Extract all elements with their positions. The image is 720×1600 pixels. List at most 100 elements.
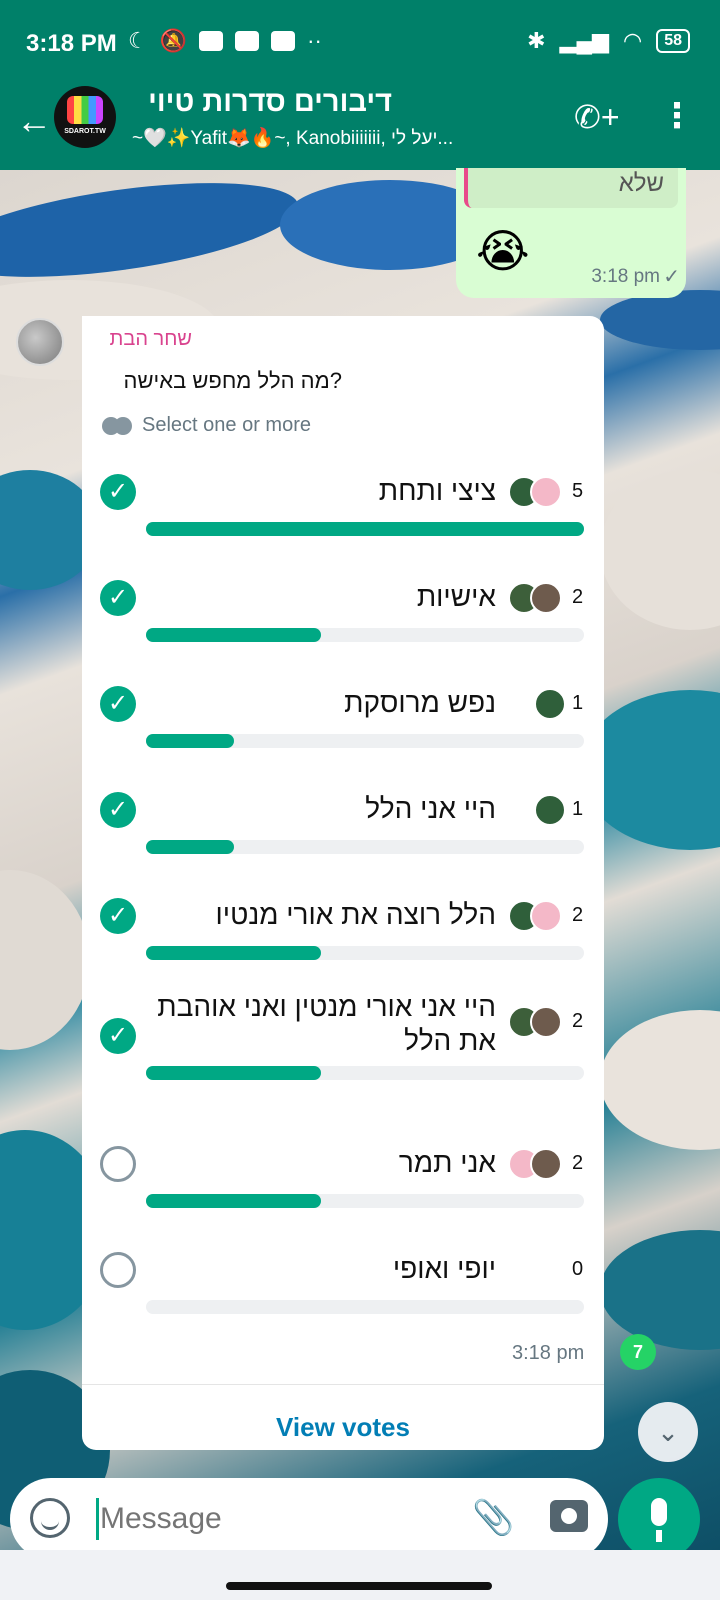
avatar-logo-text: SDAROT.TW	[64, 128, 106, 135]
more-notifications-icon: ··	[307, 28, 322, 53]
poll-option-label: נפש מרוסקת	[344, 687, 496, 718]
voter-avatar	[534, 688, 566, 720]
voter-avatars[interactable]	[508, 476, 562, 508]
voter-avatar	[530, 900, 562, 932]
vote-count: 5	[572, 480, 584, 502]
home-gesture-bar[interactable]	[226, 1582, 492, 1590]
app-notification-icon	[271, 31, 296, 51]
add-call-icon[interactable]: ✆+	[574, 98, 620, 136]
unchecked-checkbox-icon[interactable]	[100, 1252, 136, 1288]
moon-icon: ☾	[128, 28, 148, 53]
voter-avatars[interactable]	[534, 794, 566, 826]
voter-avatar	[530, 582, 562, 614]
tv-logo-icon	[67, 96, 103, 124]
attach-icon[interactable]: 📎	[472, 1498, 514, 1538]
wifi-icon: ◠	[623, 28, 643, 53]
poll-hint-text: Select one or more	[142, 414, 311, 436]
voice-message-button[interactable]	[618, 1478, 700, 1560]
checked-checkbox-icon[interactable]: ✓	[100, 474, 136, 510]
checked-checkbox-icon[interactable]: ✓	[100, 686, 136, 722]
checked-checkbox-icon[interactable]: ✓	[100, 580, 136, 616]
poll-option-label: אני תמר	[398, 1147, 496, 1178]
vote-progress-fill	[146, 840, 234, 854]
poll-option-label: הלל רוצה את אורי מנטיו	[215, 899, 496, 930]
status-right-icons: ✱ ▂▄▆ ◠ 58	[527, 28, 690, 54]
quoted-reply[interactable]: שלא	[464, 168, 678, 208]
back-arrow-icon[interactable]: ←	[14, 100, 54, 142]
sender-avatar[interactable]	[16, 318, 64, 366]
voter-avatars[interactable]	[508, 900, 562, 932]
group-avatar[interactable]: SDAROT.TW	[54, 86, 116, 148]
group-members[interactable]: ~🤍✨Yafit🦊🔥~, Kanobiiiiiii, יעל לי...	[132, 126, 552, 150]
group-title[interactable]: דיבורים סדרות טיוי	[132, 86, 392, 119]
emoji-icon[interactable]	[30, 1498, 70, 1538]
voter-avatar	[530, 476, 562, 508]
checked-checkbox-icon[interactable]: ✓	[100, 1018, 136, 1054]
vote-count: 0	[572, 1258, 584, 1280]
text-cursor	[96, 1498, 99, 1540]
system-nav-bar	[0, 1550, 720, 1600]
checked-checkbox-icon[interactable]: ✓	[100, 792, 136, 828]
mic-stand	[656, 1530, 662, 1542]
status-time: 3:18 PM	[26, 30, 117, 57]
vote-progress-fill	[146, 946, 321, 960]
bluetooth-icon: ✱	[527, 28, 546, 53]
vote-progress-track	[146, 1194, 584, 1208]
voter-avatar	[530, 1148, 562, 1180]
poll-option-label: אישיות	[416, 581, 496, 612]
vote-count: 1	[572, 798, 584, 820]
poll-hint: Select one or more	[102, 414, 311, 437]
voter-avatars[interactable]	[508, 582, 562, 614]
view-votes-button[interactable]: View votes	[82, 1412, 604, 1443]
youtube-icon	[199, 31, 224, 51]
status-bar: 3:18 PM ☾ 🔕 ·· ✱ ▂▄▆ ◠ 58	[0, 0, 720, 86]
vote-progress-fill	[146, 522, 584, 536]
vote-progress-fill	[146, 734, 234, 748]
sender-name[interactable]: שחר הבת	[110, 328, 192, 351]
more-options-icon[interactable]: ⋮	[660, 96, 694, 136]
vote-progress-track	[146, 734, 584, 748]
poll-option-label: היי אני אורי מנטין ואני אוהבת את הלל	[157, 991, 496, 1056]
voter-avatars[interactable]	[508, 1148, 562, 1180]
vote-progress-fill	[146, 1066, 321, 1080]
voter-avatar	[534, 794, 566, 826]
poll-question: מה הלל מחפש באישה?	[123, 368, 342, 393]
mute-bell-icon: 🔕	[159, 28, 188, 53]
unread-count-badge: 7	[620, 1334, 656, 1370]
poll-option-label: היי אני הלל	[365, 793, 496, 824]
message-input[interactable]	[100, 1502, 440, 1536]
poll-time: 3:18 pm	[512, 1342, 585, 1364]
checked-checkbox-icon[interactable]: ✓	[100, 898, 136, 934]
vote-progress-track	[146, 522, 584, 536]
chat-header[interactable]: ← SDAROT.TW דיבורים סדרות טיוי ~🤍✨Yafit🦊…	[0, 86, 720, 170]
crying-emoji: 😭	[476, 225, 530, 277]
voter-avatars[interactable]	[508, 1006, 562, 1038]
camera-icon[interactable]	[550, 1500, 588, 1532]
vote-progress-track	[146, 628, 584, 642]
message-composer[interactable]: 📎	[10, 1478, 608, 1560]
vote-progress-track	[146, 1300, 584, 1314]
unchecked-checkbox-icon[interactable]	[100, 1146, 136, 1182]
vote-count: 1	[572, 692, 584, 714]
outgoing-message[interactable]: שלא 😭 3:18 pm ✓	[456, 168, 686, 298]
poll-message[interactable]: שחר הבת מה הלל מחפש באישה? Select one or…	[82, 316, 604, 1450]
multi-select-icon	[102, 416, 134, 435]
signal-icon: ▂▄▆	[559, 28, 609, 53]
scroll-to-bottom-icon[interactable]: ⌄	[638, 1402, 698, 1462]
vote-count: 2	[572, 586, 584, 608]
youtube-icon	[235, 31, 260, 51]
vote-progress-track	[146, 946, 584, 960]
vote-progress-track	[146, 840, 584, 854]
voter-avatar	[530, 1006, 562, 1038]
vote-progress-fill	[146, 628, 321, 642]
poll-option-label: ציצי ותחת	[378, 475, 496, 506]
vote-progress-fill	[146, 1194, 321, 1208]
quoted-text: שלא	[618, 170, 664, 197]
voter-avatars[interactable]	[534, 688, 566, 720]
message-time: 3:18 pm	[591, 266, 660, 287]
vote-count: 2	[572, 904, 584, 926]
sent-tick-icon: ✓	[663, 266, 680, 288]
vote-count: 2	[572, 1010, 584, 1032]
poll-option-label: יופי ואופי	[392, 1253, 496, 1284]
notification-icons: ☾ 🔕 ··	[128, 28, 322, 54]
